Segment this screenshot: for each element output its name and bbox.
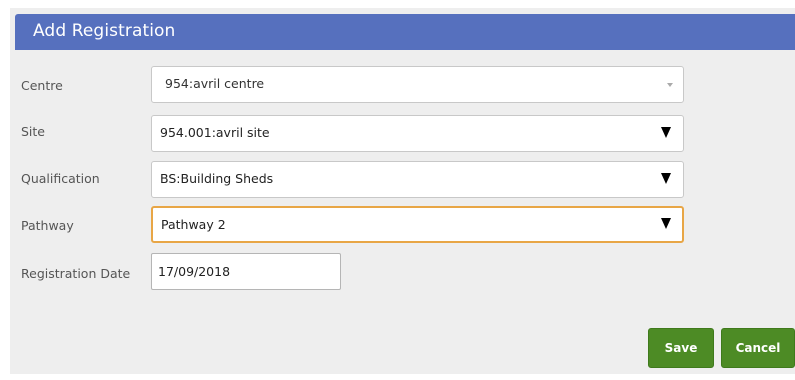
site-select-value: 954.001:avril site xyxy=(160,125,270,140)
dropdown-arrow-icon xyxy=(661,127,671,138)
dropdown-arrow-icon xyxy=(661,218,671,229)
centre-select[interactable]: 954:avril centre xyxy=(151,66,684,103)
dialog-title: Add Registration xyxy=(33,21,176,41)
pathway-label: Pathway xyxy=(21,218,74,233)
site-select[interactable]: 954.001:avril site xyxy=(151,115,684,152)
registration-date-label: Registration Date xyxy=(21,266,131,281)
qualification-select[interactable]: BS:Building Sheds xyxy=(151,161,684,198)
site-label: Site xyxy=(21,124,45,139)
qualification-select-value: BS:Building Sheds xyxy=(160,171,274,186)
centre-select-value: 954:avril centre xyxy=(165,76,265,91)
qualification-label: Qualification xyxy=(21,171,100,186)
pathway-select-value: Pathway 2 xyxy=(161,217,226,232)
chevron-down-icon xyxy=(667,83,673,87)
centre-label: Centre xyxy=(21,78,63,93)
dropdown-arrow-icon xyxy=(661,173,671,184)
pathway-select[interactable]: Pathway 2 xyxy=(151,206,684,243)
registration-date-input[interactable] xyxy=(151,253,341,290)
cancel-button[interactable]: Cancel xyxy=(721,328,795,368)
dialog-header: Add Registration xyxy=(15,14,795,50)
save-button[interactable]: Save xyxy=(648,328,714,368)
